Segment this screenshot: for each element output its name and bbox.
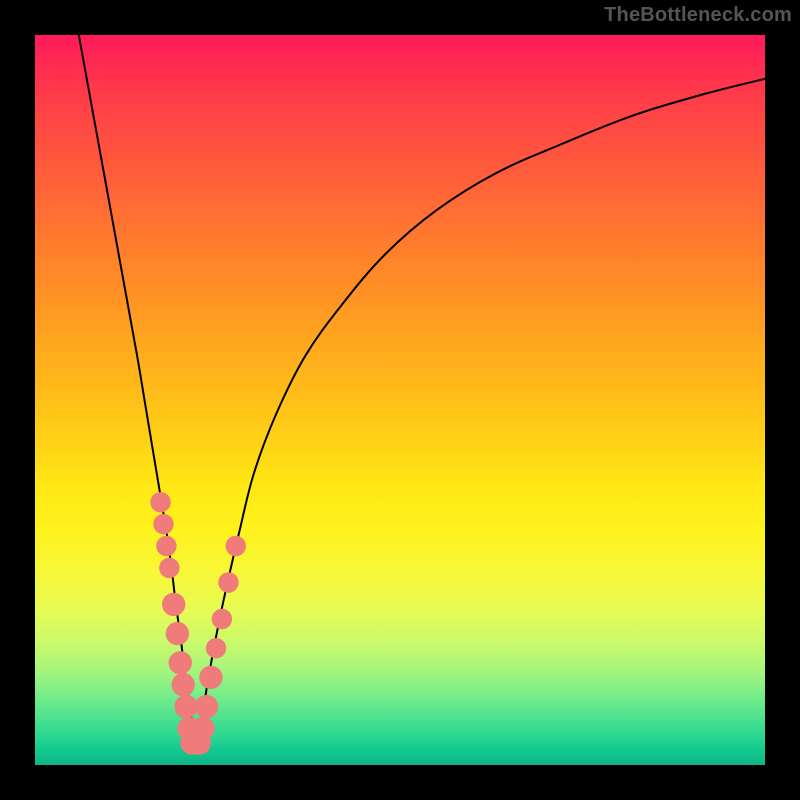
data-bead (169, 651, 192, 674)
beads-group (150, 492, 246, 755)
data-bead (159, 558, 179, 578)
data-bead (153, 514, 173, 534)
data-bead (150, 492, 170, 512)
data-bead (218, 572, 238, 592)
data-bead (199, 666, 222, 689)
watermark-text: TheBottleneck.com (604, 4, 792, 27)
chart-svg (35, 35, 765, 765)
chart-frame: TheBottleneck.com (0, 0, 800, 800)
data-bead (212, 609, 232, 629)
data-bead (206, 638, 226, 658)
data-bead (191, 717, 214, 740)
curve-right-branch (196, 79, 765, 751)
data-bead (195, 695, 218, 718)
data-bead (166, 622, 189, 645)
data-bead (174, 695, 197, 718)
data-bead (226, 536, 246, 556)
plot-area (35, 35, 765, 765)
data-bead (156, 536, 176, 556)
data-bead (162, 593, 185, 616)
data-bead (172, 673, 195, 696)
